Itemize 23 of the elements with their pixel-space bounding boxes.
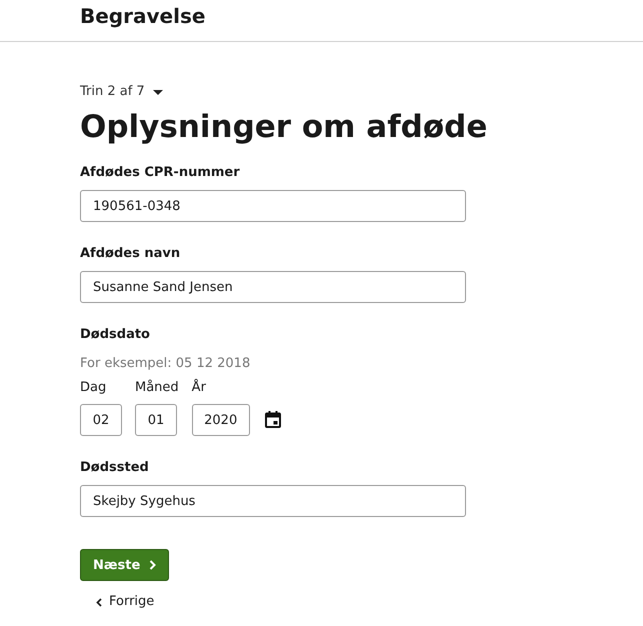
field-hint: For eksempel: 05 12 2018 (80, 355, 250, 373)
field-label: Afdødes navn (80, 245, 180, 263)
chevron-right-icon (149, 560, 156, 570)
date-part-label: Måned (135, 379, 179, 397)
date-part-label: År (192, 379, 206, 397)
date-part-field[interactable]: 01 (135, 404, 177, 436)
field-label: Dødssted (80, 459, 149, 477)
date-part-field[interactable]: 02 (80, 404, 122, 436)
input-field[interactable]: 190561-0348 (80, 190, 466, 222)
field-label: Afdødes CPR-nummer (80, 164, 240, 182)
date-part-field[interactable]: 2020 (192, 404, 250, 436)
calendar-icon[interactable] (264, 411, 281, 428)
next-button[interactable]: Næste (80, 549, 170, 581)
site-title: Begravelse (80, 3, 206, 29)
date-part-label: Dag (80, 379, 106, 397)
caret-icon (152, 90, 163, 94)
chevron-left-icon (96, 598, 102, 606)
input-field[interactable]: Skejby Sygehus (80, 485, 466, 517)
step-dropdown[interactable]: Trin 2 af 7 (80, 83, 163, 101)
previous-link[interactable]: Forrige (96, 593, 154, 611)
field-label: Dødsdato (80, 326, 150, 344)
page-heading: Oplysninger om afdøde (80, 108, 488, 147)
input-field[interactable]: Susanne Sand Jensen (80, 271, 466, 303)
